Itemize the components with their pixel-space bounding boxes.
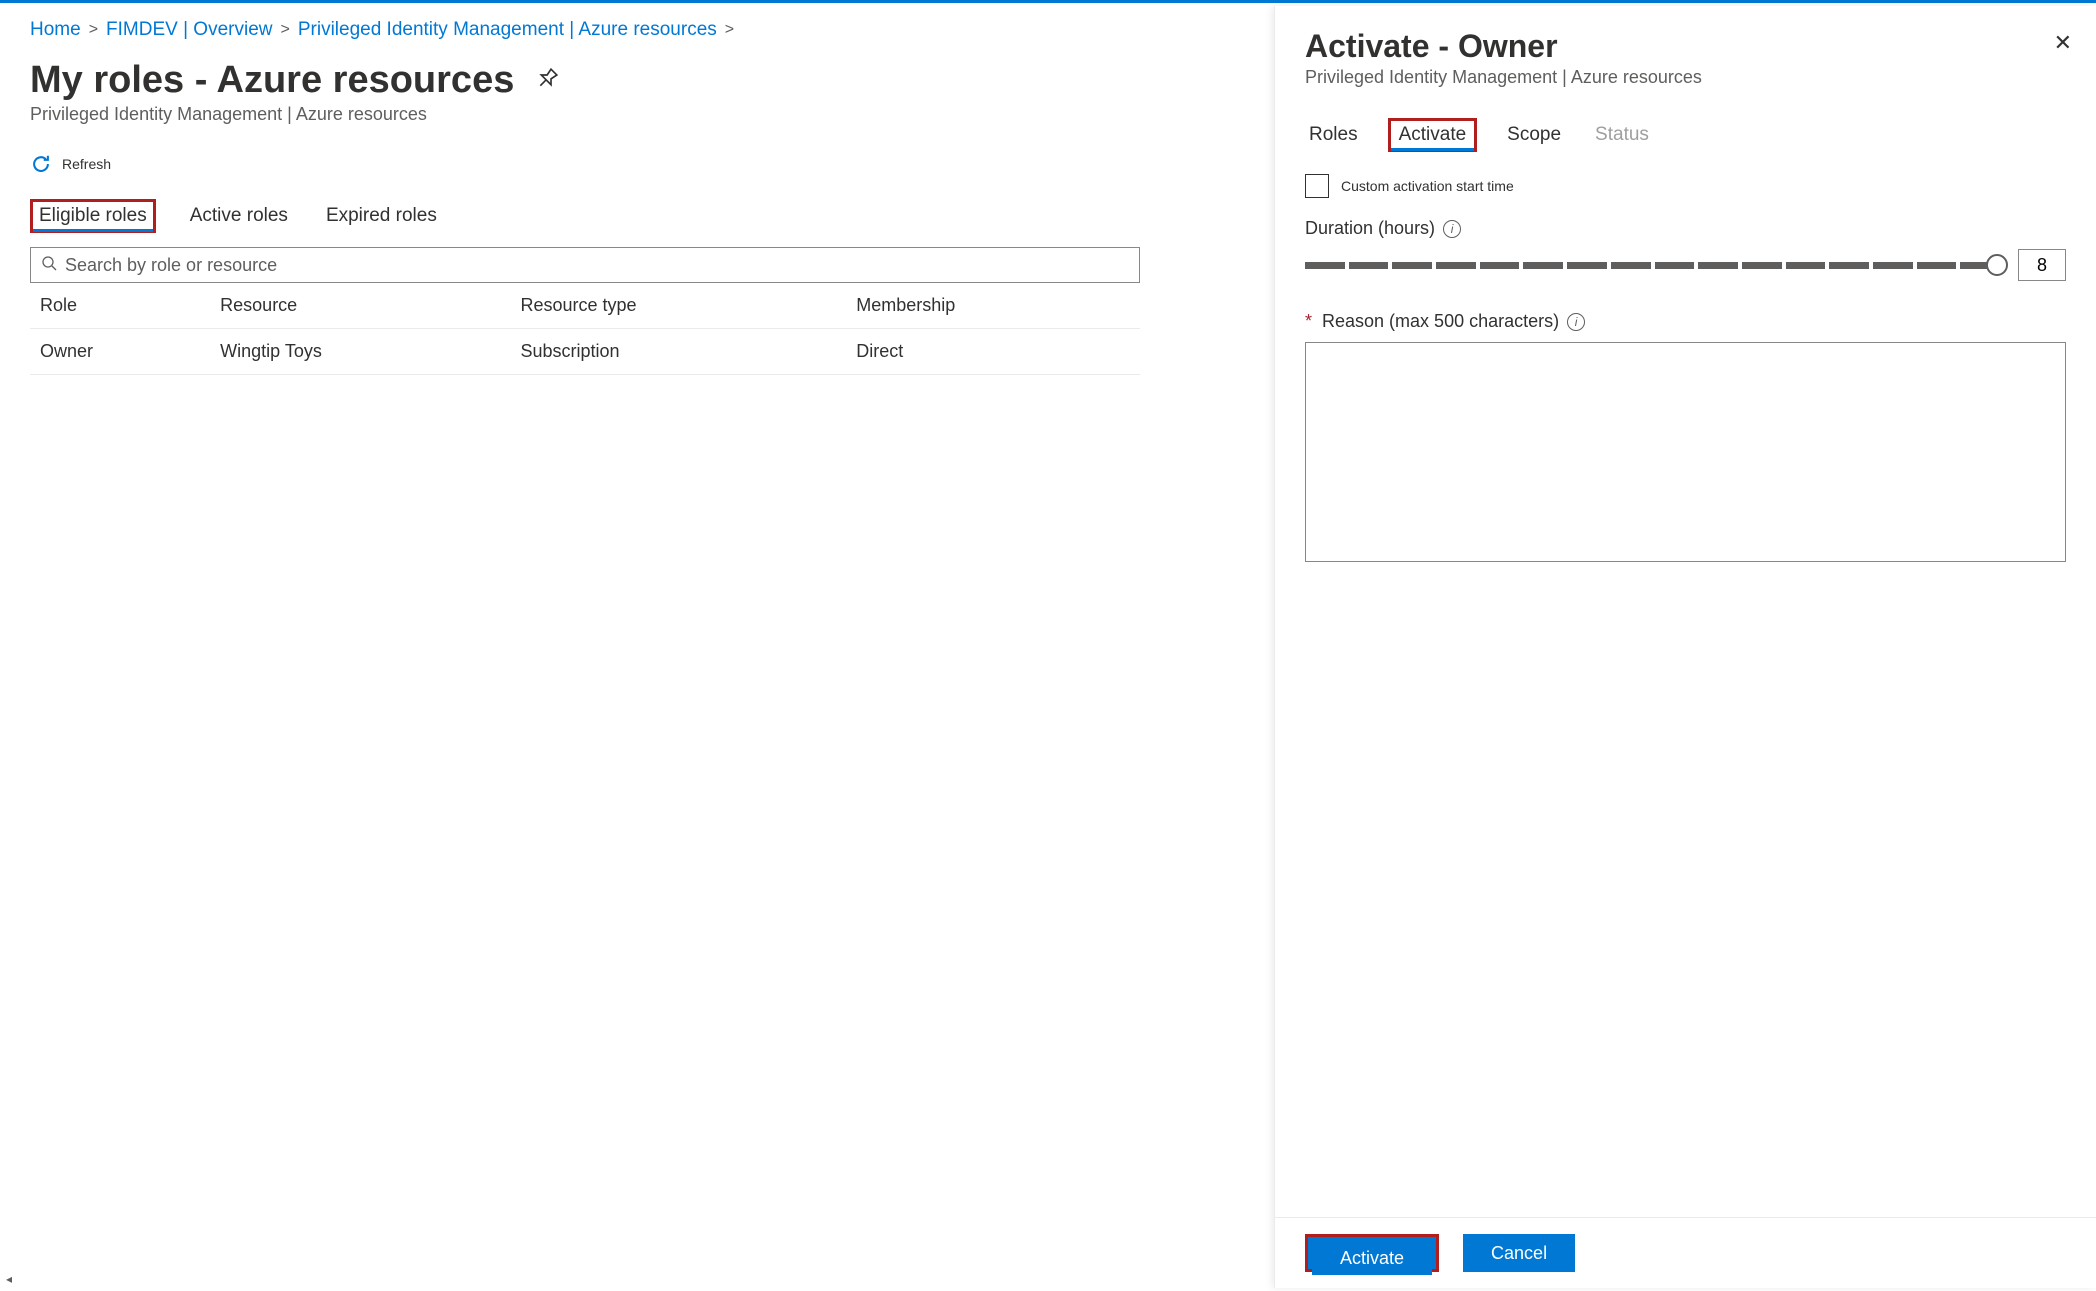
page-title: My roles - Azure resources [30, 59, 514, 102]
duration-input[interactable] [2018, 249, 2066, 281]
search-icon [41, 255, 57, 276]
table-header-row: Role Resource Resource type Membership [30, 283, 1140, 329]
panel-tab-activate[interactable]: Activate [1388, 118, 1478, 152]
activate-button-highlight: Activate [1305, 1234, 1439, 1272]
panel-tab-scope[interactable]: Scope [1503, 118, 1565, 152]
duration-slider[interactable] [1305, 254, 2000, 276]
duration-label-row: Duration (hours) i [1305, 218, 2066, 239]
slider-segment [1786, 262, 1826, 269]
table-row[interactable]: Owner Wingtip Toys Subscription Direct [30, 329, 1140, 375]
slider-segment [1655, 262, 1695, 269]
panel-title: Activate - Owner [1305, 28, 2066, 65]
chevron-right-icon: > [281, 21, 290, 39]
roles-table: Role Resource Resource type Membership O… [30, 283, 1140, 375]
search-input[interactable] [65, 255, 1129, 276]
panel-header: Activate - Owner Privileged Identity Man… [1275, 6, 2096, 98]
tab-eligible-roles[interactable]: Eligible roles [30, 199, 156, 233]
scroll-left-icon[interactable]: ◂ [0, 1270, 18, 1288]
panel-subtitle: Privileged Identity Management | Azure r… [1305, 67, 2066, 88]
custom-start-row: Custom activation start time [1305, 174, 2066, 198]
refresh-label: Refresh [62, 156, 111, 172]
activate-panel: Activate - Owner Privileged Identity Man… [1274, 6, 2096, 1288]
reason-label: Reason (max 500 characters) [1322, 311, 1559, 332]
breadcrumb-home[interactable]: Home [30, 19, 81, 41]
col-resource[interactable]: Resource [210, 283, 510, 329]
slider-segment [1305, 262, 1345, 269]
custom-start-checkbox[interactable] [1305, 174, 1329, 198]
refresh-icon [30, 153, 52, 175]
reason-textarea[interactable] [1305, 342, 2066, 562]
cell-membership: Direct [846, 329, 1140, 375]
breadcrumb-fimdev[interactable]: FIMDEV | Overview [106, 19, 272, 41]
chevron-right-icon: > [725, 21, 734, 39]
breadcrumb: Home > FIMDEV | Overview > Privileged Id… [30, 19, 1140, 41]
refresh-button[interactable]: Refresh [30, 147, 1140, 181]
cancel-button[interactable]: Cancel [1463, 1234, 1575, 1272]
page-subtitle: Privileged Identity Management | Azure r… [30, 104, 1140, 125]
cell-resource: Wingtip Toys [210, 329, 510, 375]
cell-resource-type: Subscription [511, 329, 847, 375]
slider-segment [1742, 262, 1782, 269]
cell-role: Owner [30, 329, 210, 375]
slider-segment [1436, 262, 1476, 269]
slider-segment [1567, 262, 1607, 269]
slider-segment [1917, 262, 1957, 269]
custom-start-label: Custom activation start time [1341, 178, 1514, 194]
col-role[interactable]: Role [30, 283, 210, 329]
slider-segment [1523, 262, 1563, 269]
tab-expired-roles[interactable]: Expired roles [322, 199, 441, 233]
duration-slider-row [1305, 249, 2066, 281]
required-star: * [1305, 311, 1312, 332]
close-icon: ✕ [2054, 30, 2072, 55]
duration-label: Duration (hours) [1305, 218, 1435, 239]
role-tabs: Eligible roles Active roles Expired role… [30, 199, 1140, 233]
col-membership[interactable]: Membership [846, 283, 1140, 329]
panel-tab-status: Status [1591, 118, 1653, 152]
slider-segment [1349, 262, 1389, 269]
info-icon[interactable]: i [1443, 220, 1461, 238]
slider-segment [1392, 262, 1432, 269]
reason-label-row: * Reason (max 500 characters) i [1305, 311, 2066, 332]
slider-segment [1611, 262, 1651, 269]
chevron-right-icon: > [89, 21, 98, 39]
panel-tabs: Roles Activate Scope Status [1275, 98, 2096, 152]
slider-segment [1873, 262, 1913, 269]
main-content: Home > FIMDEV | Overview > Privileged Id… [0, 3, 1170, 1288]
activate-button[interactable]: Activate [1312, 1241, 1432, 1275]
slider-segment [1829, 262, 1869, 269]
col-resource-type[interactable]: Resource type [511, 283, 847, 329]
page-title-row: My roles - Azure resources [30, 59, 1140, 102]
pin-icon[interactable] [528, 63, 563, 98]
slider-segment [1698, 262, 1738, 269]
panel-footer: Activate Cancel [1275, 1217, 2096, 1288]
breadcrumb-pim[interactable]: Privileged Identity Management | Azure r… [298, 19, 717, 41]
panel-tab-roles[interactable]: Roles [1305, 118, 1362, 152]
panel-body: Custom activation start time Duration (h… [1275, 152, 2096, 1217]
close-button[interactable]: ✕ [2054, 30, 2072, 56]
info-icon[interactable]: i [1567, 313, 1585, 331]
search-box[interactable] [30, 247, 1140, 283]
slider-segment [1480, 262, 1520, 269]
tab-active-roles[interactable]: Active roles [186, 199, 292, 233]
slider-thumb[interactable] [1986, 254, 2008, 276]
slider-track [1305, 262, 2000, 269]
